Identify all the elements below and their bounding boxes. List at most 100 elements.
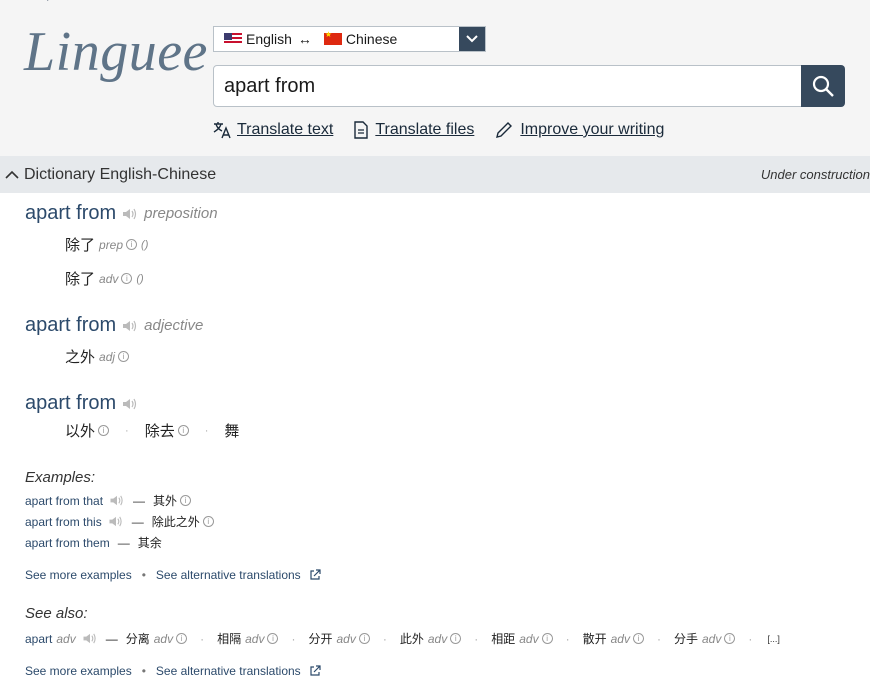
example-target[interactable]: 其外 [153,492,177,509]
info-icon[interactable]: i [724,633,736,644]
separator-dot: · [474,631,479,646]
see-also-item[interactable]: 散开 adv i [583,630,644,647]
translation-text[interactable]: 舞 [224,420,239,441]
info-icon[interactable]: i [176,633,188,644]
info-icon[interactable]: i [358,633,370,644]
translate-text-link[interactable]: Translate text [213,120,333,140]
translation-text[interactable]: 除了 [65,268,95,289]
translation-text[interactable]: 除了 [65,234,95,255]
pen-icon [496,122,513,138]
separator-dot: · [200,631,205,646]
info-icon[interactable]: i [126,239,138,250]
language-selector[interactable]: English ↔ Chinese [213,26,486,52]
separator-dot: · [204,424,209,437]
headword[interactable]: apart from [25,314,116,337]
external-link-icon[interactable] [309,665,321,677]
see-also-item[interactable]: 相距 adv i [491,630,553,647]
see-also-item[interactable]: 相隔 adv i [217,630,279,647]
see-also-text: 相隔 [217,632,242,646]
see-also-item-pos: adv [519,631,539,646]
separator-dot: • [141,568,146,582]
example-source[interactable]: apart from that [25,494,103,508]
back-arrow-icon[interactable] [44,0,58,4]
part-of-speech: preposition [144,205,218,222]
dash: — [131,514,144,529]
more-translations-link[interactable]: [...] [767,634,780,644]
entry-headword-2: apart from adjective [25,314,203,337]
speaker-icon[interactable] [82,632,98,645]
example-source[interactable]: apart from this [25,515,102,529]
speaker-icon[interactable] [122,397,138,411]
see-also-item-pos: adv [701,631,722,646]
see-also-text: 相距 [491,632,516,646]
info-icon[interactable]: i [632,633,644,644]
info-icon[interactable]: i [541,633,553,644]
external-link-icon[interactable] [309,569,321,581]
speaker-icon[interactable] [108,515,124,528]
example-links: See more examples • See alternative tran… [25,568,321,582]
dictionary-header[interactable]: Dictionary English-Chinese Under constru… [0,156,870,193]
info-icon[interactable]: i [98,425,110,436]
translation-text[interactable]: 以外 [65,420,95,441]
info-icon[interactable]: i [180,495,192,506]
search-input[interactable] [213,65,803,107]
see-alternative-translations-link[interactable]: See alternative translations [156,664,301,678]
translation-4: 以外 i · 除去 i · 舞 [65,420,239,441]
see-alternative-translations-link[interactable]: See alternative translations [156,568,301,582]
info-icon[interactable]: i [202,516,214,527]
separator-dot: • [141,664,146,678]
see-more-examples-link[interactable]: See more examples [25,568,132,582]
see-also-item[interactable]: 分开 adv i [308,630,370,647]
info-icon[interactable]: i [450,633,462,644]
example-source[interactable]: apart from them [25,536,110,550]
see-also-text: 此外 [399,632,424,646]
see-also-item-pos: adv [245,631,265,646]
see-also-text: 分离 [125,632,150,646]
search-button[interactable] [801,65,845,107]
headword[interactable]: apart from [25,392,116,415]
see-also-item-pos: adv [427,631,448,646]
translation-3: 之外 adj i [65,346,130,367]
example-row: apart from this — 除此之外 i [25,513,214,530]
info-icon[interactable]: i [118,351,130,362]
improve-writing-label: Improve your writing [520,121,665,138]
example-target[interactable]: 其余 [138,534,162,551]
see-also-label: See also: [25,605,88,622]
tool-links: Translate text Translate files Improve y… [213,120,684,140]
improve-writing-link[interactable]: Improve your writing [494,120,664,140]
see-also-item[interactable]: 此外 adv i [399,630,462,647]
chevron-down-icon [466,35,478,43]
translate-files-link[interactable]: Translate files [353,120,474,140]
chevron-up-icon[interactable] [0,170,24,180]
see-also-row: apart adv — 分离 adv i · 相隔 adv i · 分开 adv i · 此… [25,630,780,647]
info-icon[interactable]: i [121,273,133,284]
see-also-source[interactable]: apart [25,632,52,646]
dash: — [105,631,118,646]
speaker-icon[interactable] [109,494,125,507]
see-more-examples-link[interactable]: See more examples [25,664,132,678]
translate-icon [213,122,231,139]
separator-dot: · [748,631,753,646]
dictionary-title: Dictionary English-Chinese [24,165,217,183]
see-also-item[interactable]: 分离 adv i [125,630,188,647]
separator-dot: · [291,631,296,646]
separator-dot: · [382,631,387,646]
speaker-icon[interactable] [122,207,138,221]
swap-arrows-icon: ↔ [297,31,312,47]
headword[interactable]: apart from [25,202,116,225]
speaker-icon[interactable] [122,319,138,333]
see-also-text: 分开 [308,632,333,646]
header: Linguee English ↔ Chinese Translate text… [0,0,870,156]
translation-pos: prep [99,237,124,252]
linguee-logo[interactable]: Linguee [24,20,208,84]
info-icon[interactable]: i [177,425,189,436]
see-also-pos: adv [56,631,76,646]
translation-text[interactable]: 之外 [65,346,95,367]
info-icon[interactable]: i [267,633,279,644]
see-also-item[interactable]: 分手 adv i [674,630,736,647]
example-target[interactable]: 除此之外 [152,513,200,530]
translation-text[interactable]: 除去 [145,420,175,441]
example-row: apart from them — 其余 [25,534,162,551]
see-also-item-pos: adv [610,631,630,646]
language-dropdown-button[interactable] [459,27,485,51]
